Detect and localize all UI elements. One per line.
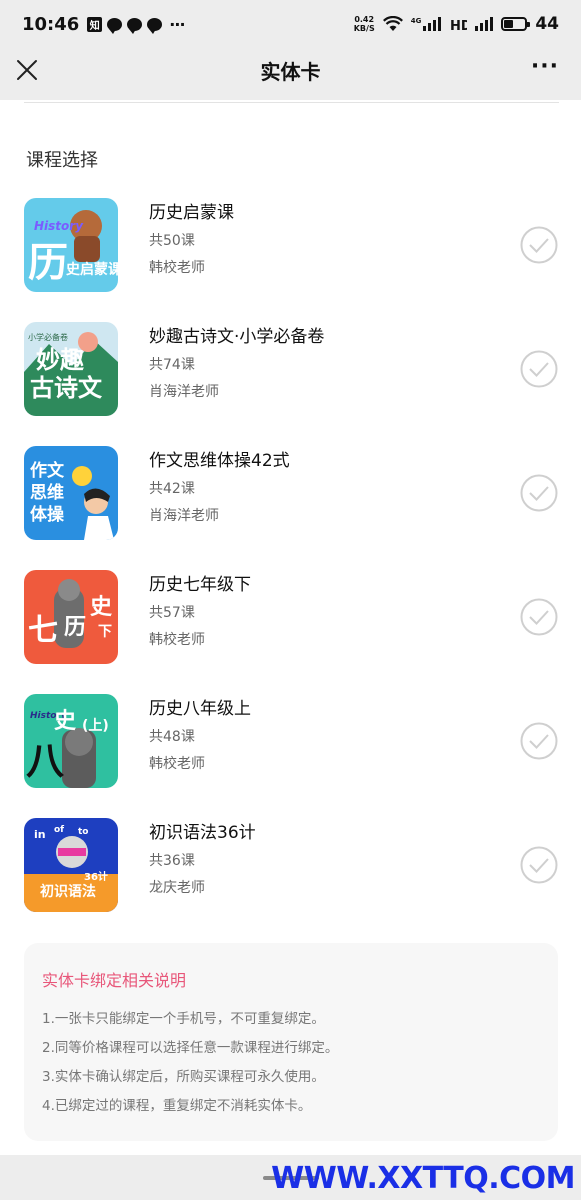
svg-text:历: 历 — [28, 240, 68, 286]
notes-item: 3.实体卡确认绑定后，所购买课程可永久使用。 — [42, 1069, 325, 1085]
status-time: 10:46 — [22, 13, 80, 35]
watermark-text: WWW.XXTTQ.COM — [271, 1161, 575, 1196]
svg-text:思维: 思维 — [30, 482, 64, 503]
svg-text:History: History — [34, 219, 84, 233]
course-item[interactable]: 小学必备卷 妙趣 古诗文 妙趣古诗文·小学必备卷 共74课 肖海洋老师 — [0, 322, 581, 422]
notification-icons: 知 ··· — [87, 14, 186, 34]
svg-text:体操: 体操 — [30, 504, 64, 525]
bottom-bar: WWW.XXTTQ.COM — [0, 1155, 581, 1200]
svg-text:古诗文: 古诗文 — [30, 374, 103, 402]
course-thumbnail: 作文 思维 体操 — [24, 446, 118, 540]
course-count: 共48课 — [149, 729, 195, 745]
course-count: 共57课 — [149, 605, 195, 621]
divider — [24, 102, 559, 103]
svg-text:下: 下 — [98, 624, 112, 640]
course-item[interactable]: History 八 史 (上) 历史八年级上 共48课 韩校老师 — [0, 694, 581, 794]
zhihu-app-icon: 知 — [87, 16, 103, 32]
system-status: 0.42 KB/S 4G HD 44 — [354, 14, 559, 34]
course-teacher: 龙庆老师 — [149, 880, 205, 896]
more-notifications-icon: ··· — [169, 14, 185, 34]
course-title: 历史启蒙课 — [149, 203, 234, 223]
svg-text:to: to — [78, 827, 89, 837]
course-thumbnail: History 历 史启蒙课 — [24, 198, 118, 292]
course-item[interactable]: 作文 思维 体操 作文思维体操42式 共42课 肖海洋老师 — [0, 446, 581, 546]
check-circle-icon[interactable] — [520, 846, 558, 884]
page-title: 实体卡 — [260, 60, 321, 84]
course-count: 共50课 — [149, 233, 195, 249]
status-bar: 10:46 知 ··· 0.42 KB/S 4G HD 44 — [0, 0, 581, 48]
signal-icon — [475, 17, 494, 31]
check-circle-icon[interactable] — [520, 722, 558, 760]
svg-text:(上): (上) — [82, 718, 109, 734]
svg-text:史: 史 — [90, 595, 113, 620]
more-menu-button[interactable]: ··· — [531, 54, 559, 79]
main-content: 课程选择 History 历 史启蒙课 历史启蒙课 共50课 韩校老师 小学必备… — [0, 100, 581, 1155]
course-teacher: 韩校老师 — [149, 260, 205, 276]
message-bubble-icon — [127, 17, 143, 34]
svg-text:in: in — [34, 828, 46, 841]
network-speed-value: 0.42 — [354, 15, 375, 24]
network-speed-unit: KB/S — [353, 24, 375, 33]
svg-text:36计: 36计 — [84, 870, 108, 883]
svg-text:妙趣: 妙趣 — [36, 346, 85, 374]
course-item[interactable]: in of to 36计 初识语法 初识语法36计 共36课 龙庆老师 — [0, 818, 581, 918]
svg-text:HD: HD — [450, 19, 467, 32]
course-count: 共36课 — [149, 853, 195, 869]
section-title: 课程选择 — [26, 150, 98, 171]
course-title: 作文思维体操42式 — [149, 451, 290, 471]
notes-item: 4.已绑定过的课程，重复绑定不消耗实体卡。 — [42, 1098, 312, 1114]
check-circle-icon[interactable] — [520, 350, 558, 388]
signal-4g-icon: 4G — [411, 17, 442, 31]
svg-text:历: 历 — [64, 615, 86, 640]
course-count: 共74课 — [149, 357, 195, 373]
battery-icon — [501, 17, 531, 31]
nav-bar: 实体卡 ··· — [0, 48, 581, 100]
battery-level: 44 — [535, 14, 559, 34]
course-title: 妙趣古诗文·小学必备卷 — [149, 327, 325, 347]
course-thumbnail: in of to 36计 初识语法 — [24, 818, 118, 912]
course-teacher: 韩校老师 — [149, 756, 205, 772]
course-teacher: 肖海洋老师 — [149, 508, 219, 524]
check-circle-icon[interactable] — [520, 598, 558, 636]
network-speed: 0.42 KB/S — [354, 15, 375, 33]
svg-text:史启蒙课: 史启蒙课 — [66, 261, 118, 278]
svg-text:史: 史 — [54, 709, 77, 734]
network-gen-label: 4G — [410, 17, 422, 25]
course-item[interactable]: 七 历 史 下 历史七年级下 共57课 韩校老师 — [0, 570, 581, 670]
notes-item: 2.同等价格课程可以选择任意一款课程进行绑定。 — [42, 1040, 339, 1056]
notes-item: 1.一张卡只能绑定一个手机号，不可重复绑定。 — [42, 1011, 325, 1027]
svg-text:of: of — [54, 825, 64, 835]
course-thumbnail: History 八 史 (上) — [24, 694, 118, 788]
course-title: 历史八年级上 — [149, 699, 251, 719]
course-teacher: 肖海洋老师 — [149, 384, 219, 400]
course-thumbnail: 小学必备卷 妙趣 古诗文 — [24, 322, 118, 416]
binding-notes-panel: 实体卡绑定相关说明 1.一张卡只能绑定一个手机号，不可重复绑定。 2.同等价格课… — [24, 943, 558, 1141]
svg-text:初识语法: 初识语法 — [40, 883, 96, 900]
check-circle-icon[interactable] — [520, 226, 558, 264]
course-teacher: 韩校老师 — [149, 632, 205, 648]
course-item[interactable]: History 历 史启蒙课 历史启蒙课 共50课 韩校老师 — [0, 198, 581, 298]
message-bubble-icon — [147, 17, 163, 34]
svg-text:八: 八 — [26, 739, 65, 783]
hd-icon: HD — [450, 19, 467, 32]
course-thumbnail: 七 历 史 下 — [24, 570, 118, 664]
notes-title: 实体卡绑定相关说明 — [42, 971, 187, 990]
course-title: 历史七年级下 — [149, 575, 251, 595]
svg-text:七: 七 — [28, 613, 58, 648]
wifi-icon — [382, 16, 403, 31]
message-bubble-icon — [107, 17, 123, 34]
svg-text:小学必备卷: 小学必备卷 — [28, 332, 68, 342]
course-count: 共42课 — [149, 481, 195, 497]
check-circle-icon[interactable] — [520, 474, 558, 512]
svg-text:作文: 作文 — [30, 460, 65, 481]
course-title: 初识语法36计 — [149, 823, 256, 843]
